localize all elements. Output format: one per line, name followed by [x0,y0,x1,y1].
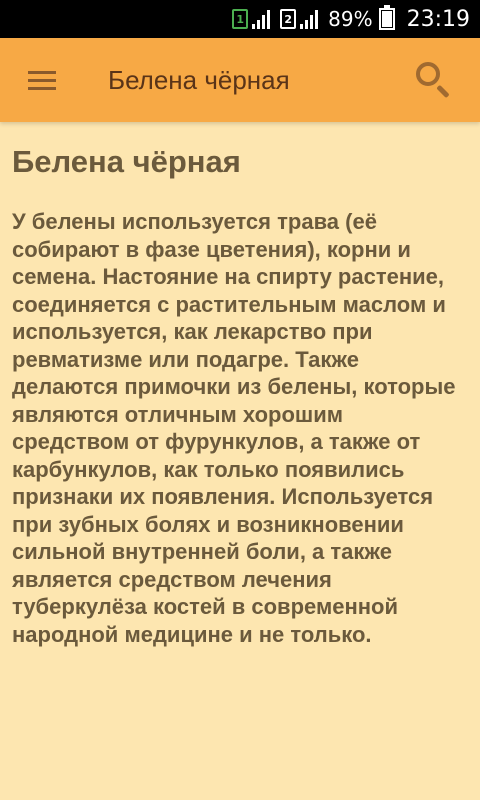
hamburger-menu-icon[interactable] [0,38,84,122]
sim2-icon: 2 [280,9,297,29]
search-icon[interactable] [396,38,480,122]
app-title: Белена чёрная [108,64,290,95]
battery-percent: 89% [328,7,373,31]
article-content[interactable]: Белена чёрная У белены используется трав… [0,122,480,800]
signal-strength-icon [252,9,271,29]
article-heading: Белена чёрная [12,144,241,179]
sim1-icon: 1 [232,9,249,29]
status-bar: 1 2 89% 23:19 [0,0,480,38]
app-bar: Белена чёрная [0,38,480,122]
signal-strength-icon [300,9,319,29]
article-body: У белены используется трава (её собирают… [12,209,456,647]
battery-icon [378,5,395,30]
clock: 23:19 [406,6,470,32]
